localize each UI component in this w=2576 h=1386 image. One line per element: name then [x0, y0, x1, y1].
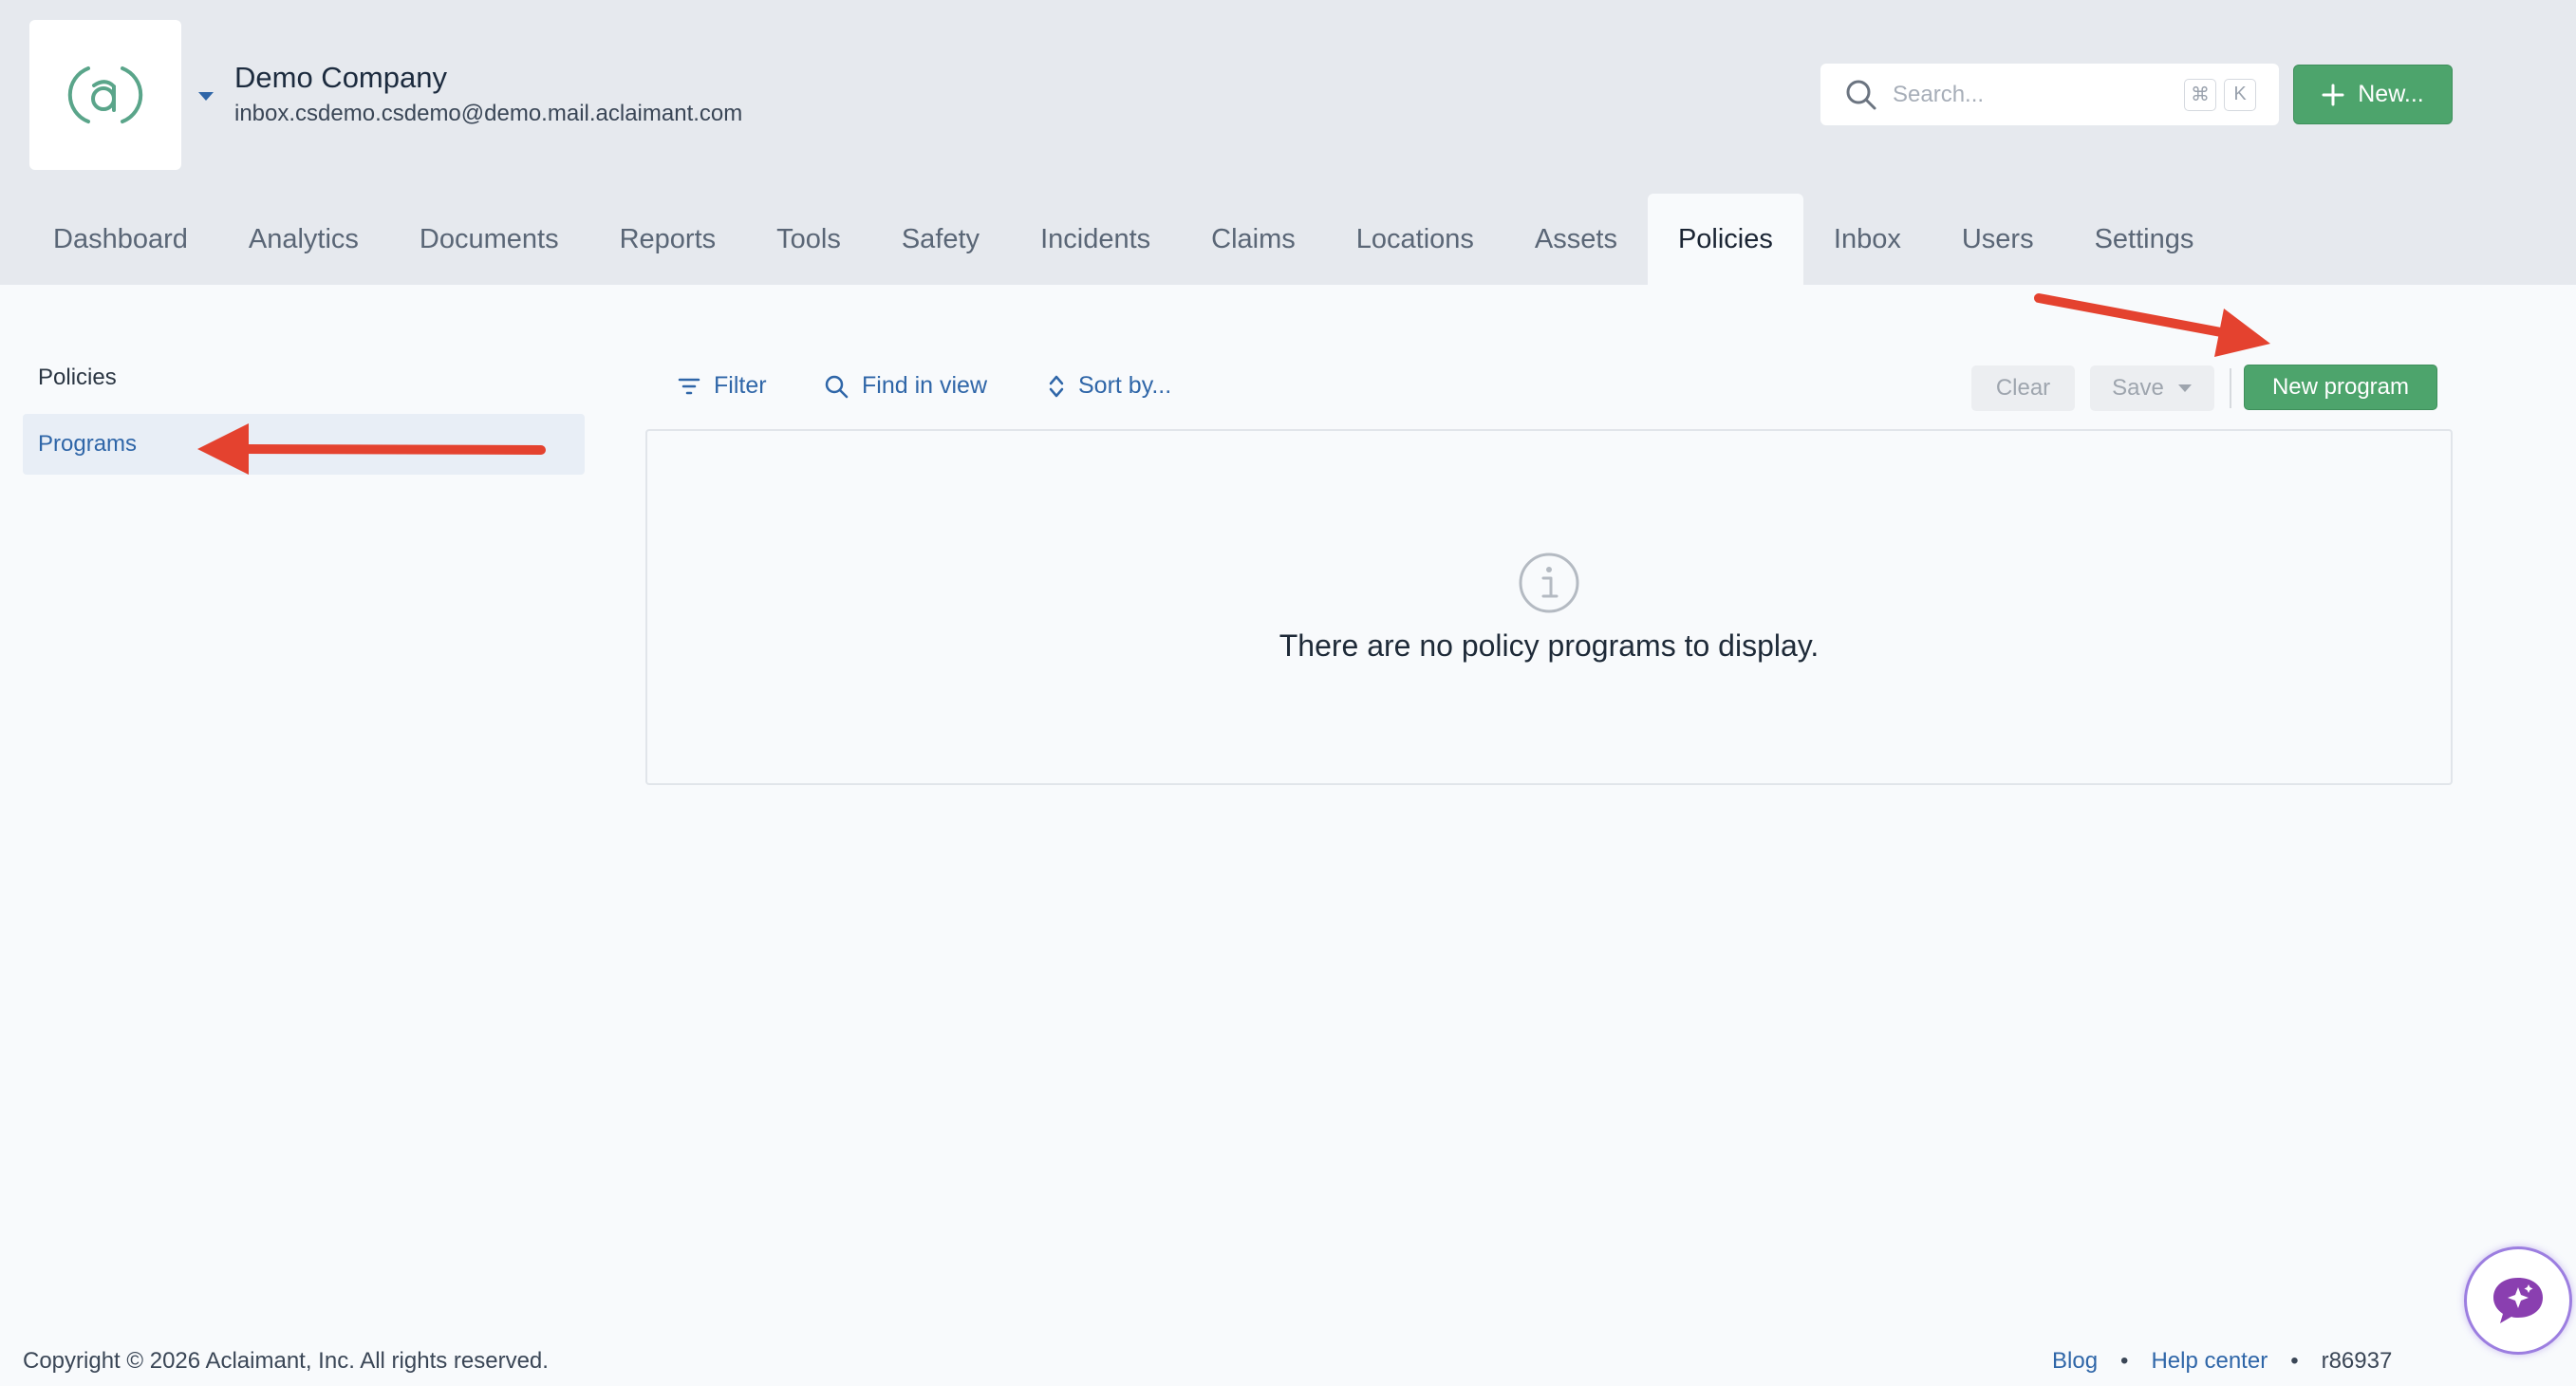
tab-incidents[interactable]: Incidents — [1010, 194, 1181, 285]
filter-button[interactable]: Filter — [678, 372, 767, 400]
sort-arrows-icon — [1049, 375, 1064, 397]
programs-empty-panel: There are no policy programs to display. — [645, 429, 2453, 785]
new-button-label: New... — [2358, 81, 2424, 107]
ai-chat-button[interactable] — [2464, 1246, 2572, 1355]
company-logo[interactable] — [29, 20, 181, 170]
tab-documents[interactable]: Documents — [389, 194, 589, 285]
find-in-view-button[interactable]: Find in view — [824, 372, 987, 400]
tab-users[interactable]: Users — [1932, 194, 2064, 285]
top-header: Demo Company inbox.csdemo.csdemo@demo.ma… — [0, 0, 2576, 285]
footer-copyright: Copyright © 2026 Aclaimant, Inc. All rig… — [23, 1348, 549, 1374]
toolbar-divider — [2230, 368, 2231, 408]
save-button[interactable]: Save — [2090, 365, 2214, 411]
new-button[interactable]: New... — [2293, 65, 2453, 124]
main-tabs: Dashboard Analytics Documents Reports To… — [23, 194, 2224, 285]
sidebar-title[interactable]: Policies — [38, 365, 117, 391]
footer-links: Blog • Help center • r86937 — [2052, 1348, 2392, 1375]
annotation-arrow-new-program — [2034, 293, 2270, 357]
tab-analytics[interactable]: Analytics — [218, 194, 389, 285]
tab-policies[interactable]: Policies — [1647, 194, 1803, 285]
footer-link-help-center[interactable]: Help center — [2151, 1348, 2268, 1375]
caret-down-icon — [2177, 384, 2192, 392]
footer-separator: • — [2290, 1348, 2299, 1374]
tab-settings[interactable]: Settings — [2064, 194, 2225, 285]
save-label: Save — [2112, 375, 2164, 401]
footer-revision: r86937 — [2321, 1348, 2393, 1374]
new-program-button[interactable]: New program — [2244, 365, 2437, 410]
tab-reports[interactable]: Reports — [589, 194, 747, 285]
clear-button[interactable]: Clear — [1971, 365, 2075, 411]
sort-by-label: Sort by... — [1078, 372, 1172, 399]
filter-icon — [678, 378, 700, 394]
shortcut-key-cmd: ⌘ — [2184, 78, 2216, 111]
find-in-view-label: Find in view — [862, 372, 987, 399]
sort-by-button[interactable]: Sort by... — [1048, 372, 1171, 400]
company-name[interactable]: Demo Company — [234, 61, 447, 95]
info-circle-icon — [1519, 553, 1579, 613]
aclaimant-logo-icon — [67, 66, 143, 123]
plus-icon — [2322, 84, 2344, 105]
magnifier-icon — [825, 375, 849, 398]
tab-claims[interactable]: Claims — [1181, 194, 1326, 285]
company-switcher-caret-icon[interactable] — [195, 85, 217, 108]
tab-tools[interactable]: Tools — [746, 194, 871, 285]
sidebar-item-programs[interactable]: Programs — [23, 414, 585, 475]
company-email: inbox.csdemo.csdemo@demo.mail.aclaimant.… — [234, 101, 743, 126]
ai-chat-sparkle-icon — [2493, 1278, 2543, 1323]
app-root: Demo Company inbox.csdemo.csdemo@demo.ma… — [0, 0, 2576, 1386]
shortcut-key-k: K — [2224, 78, 2256, 111]
footer-link-blog[interactable]: Blog — [2052, 1348, 2098, 1375]
global-search-input[interactable]: Search... ⌘ K — [1820, 64, 2279, 125]
empty-state-message: There are no policy programs to display. — [1279, 628, 1820, 663]
tab-dashboard[interactable]: Dashboard — [23, 194, 218, 285]
search-icon — [1846, 80, 1876, 109]
footer-separator: • — [2120, 1348, 2129, 1374]
search-placeholder: Search... — [1893, 81, 1985, 107]
filter-label: Filter — [714, 372, 767, 399]
tab-safety[interactable]: Safety — [871, 194, 1010, 285]
tab-locations[interactable]: Locations — [1326, 194, 1504, 285]
tab-assets[interactable]: Assets — [1504, 194, 1648, 285]
tab-inbox[interactable]: Inbox — [1803, 194, 1932, 285]
